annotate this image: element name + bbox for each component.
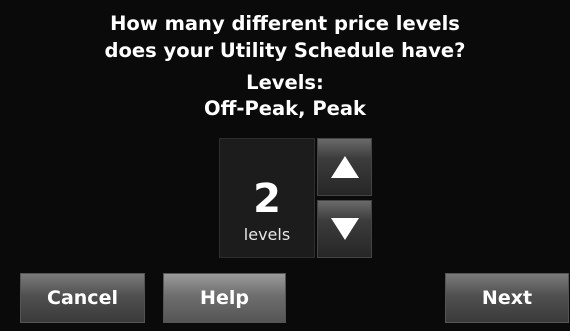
thermostat-screen: How many different price levels does you… xyxy=(0,0,570,331)
next-button[interactable]: Next xyxy=(445,273,569,323)
levels-list: Off-Peak, Peak xyxy=(204,97,366,120)
help-button[interactable]: Help xyxy=(163,273,286,323)
down-arrow-icon xyxy=(330,218,359,240)
stepper-value-display: 2 levels xyxy=(219,138,315,258)
up-arrow-icon xyxy=(330,156,359,178)
question-line-1: How many different price levels xyxy=(110,12,460,35)
question-text: How many different price levels does you… xyxy=(0,10,570,64)
stepper-unit: levels xyxy=(243,225,291,244)
increment-button[interactable] xyxy=(317,138,372,196)
levels-info: Levels: Off-Peak, Peak xyxy=(0,70,570,122)
decrement-button[interactable] xyxy=(317,200,372,258)
stepper-value: 2 xyxy=(253,176,281,222)
cancel-button[interactable]: Cancel xyxy=(20,273,145,323)
levels-heading: Levels: xyxy=(246,71,324,94)
question-line-2: does your Utility Schedule have? xyxy=(104,39,466,62)
levels-stepper: 2 levels xyxy=(219,138,372,258)
